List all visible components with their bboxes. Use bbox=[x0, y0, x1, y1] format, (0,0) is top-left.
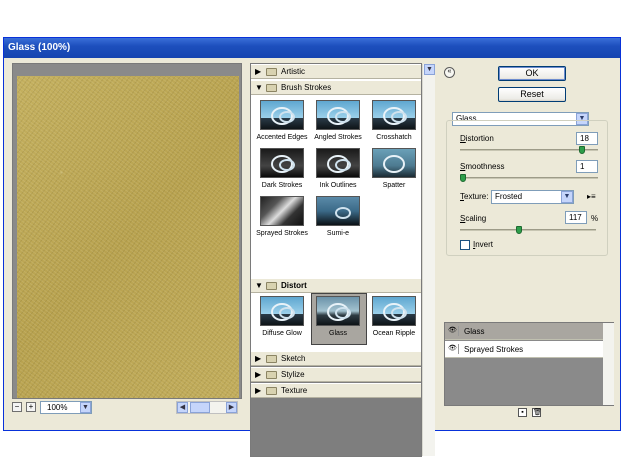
texture-select[interactable]: Frosted ▼ bbox=[491, 190, 574, 204]
folder-label: Texture bbox=[281, 386, 308, 395]
filter-label: Ocean Ripple bbox=[372, 330, 416, 337]
distortion-slider[interactable] bbox=[460, 149, 598, 151]
thumb-crosshatch[interactable] bbox=[372, 100, 416, 130]
zoom-level-value: 100% bbox=[47, 403, 68, 412]
thumb-diffuse-glow[interactable] bbox=[260, 296, 304, 326]
layer-row[interactable]: 👁 Glass bbox=[445, 323, 603, 340]
preview-panel bbox=[12, 63, 242, 399]
filter-label: Diffuse Glow bbox=[262, 330, 302, 337]
folder-icon bbox=[266, 371, 277, 379]
effect-layers-list: 👁 Glass 👁 Sprayed Strokes bbox=[444, 322, 614, 406]
folder-distort[interactable]: ▼ Distort bbox=[251, 278, 421, 293]
distortion-input[interactable]: 18 bbox=[576, 132, 598, 145]
expand-triangle-icon[interactable]: ▶ bbox=[255, 67, 261, 76]
gallery-vscrollbar[interactable]: ▲ ▼ bbox=[422, 64, 435, 456]
expand-triangle-icon[interactable]: ▶ bbox=[255, 370, 261, 379]
folder-icon bbox=[266, 387, 277, 395]
scroll-right-icon[interactable]: ▶ bbox=[226, 402, 237, 413]
texture-menu-icon[interactable]: ▸≡ bbox=[587, 192, 596, 201]
zoom-out-button[interactable]: − bbox=[12, 402, 22, 412]
folder-label: Stylize bbox=[281, 370, 305, 379]
preview-hscrollbar[interactable]: ◀ ▶ bbox=[176, 401, 238, 414]
new-effect-layer-icon[interactable]: ▪ bbox=[518, 408, 527, 417]
window-title: Glass (100%) bbox=[4, 38, 620, 58]
zoom-in-button[interactable]: + bbox=[26, 402, 36, 412]
scroll-thumb[interactable] bbox=[190, 402, 210, 413]
scaling-label: Scaling bbox=[460, 214, 487, 223]
folder-icon bbox=[266, 355, 277, 363]
filter-gallery: ▶ Artistic ▼ Brush Strokes Accented Edge… bbox=[250, 63, 422, 457]
filter-label: Accented Edges bbox=[256, 134, 308, 141]
smoothness-slider[interactable] bbox=[460, 177, 598, 179]
ok-button[interactable]: OK bbox=[498, 66, 566, 81]
scroll-down-icon[interactable]: ▼ bbox=[424, 64, 435, 75]
folder-icon bbox=[266, 84, 277, 92]
smoothness-slider-thumb[interactable] bbox=[460, 174, 466, 182]
expand-triangle-icon[interactable]: ▶ bbox=[255, 386, 261, 395]
preview-controls: − + 100% ▼ ◀ ▶ bbox=[8, 401, 238, 414]
scroll-left-icon[interactable]: ◀ bbox=[177, 402, 188, 413]
folder-artistic[interactable]: ▶ Artistic bbox=[251, 64, 421, 79]
eye-icon[interactable]: 👁 bbox=[447, 344, 459, 354]
smoothness-label: Smoothness bbox=[460, 162, 505, 171]
folder-icon bbox=[266, 68, 277, 76]
eye-icon[interactable]: 👁 bbox=[447, 326, 459, 336]
folder-sketch[interactable]: ▶ Sketch bbox=[251, 351, 421, 366]
layers-vscrollbar[interactable] bbox=[603, 323, 614, 405]
reset-button[interactable]: Reset bbox=[498, 87, 566, 102]
thumb-ink-outlines[interactable] bbox=[316, 148, 360, 178]
filter-label: Crosshatch bbox=[376, 134, 412, 141]
collapse-triangle-icon[interactable]: ▼ bbox=[255, 83, 263, 92]
scaling-slider[interactable] bbox=[460, 229, 596, 231]
filter-gallery-window: Glass (100%) − + 100% ▼ ◀ ▶ ▶ Artistic ▼ bbox=[3, 37, 621, 457]
expand-triangle-icon[interactable]: ▶ bbox=[255, 354, 261, 363]
chevron-down-icon[interactable]: ▼ bbox=[80, 402, 91, 413]
layer-name: Sprayed Strokes bbox=[464, 345, 524, 354]
distortion-label: Distortion bbox=[460, 134, 494, 143]
thumb-sumi-e[interactable] bbox=[316, 196, 360, 226]
scaling-unit: % bbox=[591, 214, 599, 223]
collapse-gallery-icon[interactable]: « bbox=[444, 67, 455, 78]
thumb-spatter[interactable] bbox=[372, 148, 416, 178]
folder-texture[interactable]: ▶ Texture bbox=[251, 383, 421, 398]
gallery-list: ▶ Artistic ▼ Brush Strokes Accented Edge… bbox=[251, 64, 421, 351]
folder-icon bbox=[266, 282, 277, 290]
folder-label: Distort bbox=[281, 281, 307, 290]
distortion-slider-thumb[interactable] bbox=[578, 146, 585, 154]
folder-stylize[interactable]: ▶ Stylize bbox=[251, 367, 421, 382]
thumb-angled-strokes[interactable] bbox=[316, 100, 360, 130]
texture-label: Texture: bbox=[460, 192, 489, 201]
thumb-dark-strokes[interactable] bbox=[260, 148, 304, 178]
invert-checkbox[interactable] bbox=[460, 240, 470, 250]
layer-name: Glass bbox=[464, 327, 485, 336]
filter-label: Spatter bbox=[382, 182, 406, 189]
smoothness-input[interactable]: 1 bbox=[576, 160, 598, 173]
folder-label: Brush Strokes bbox=[281, 83, 332, 92]
texture-select-value: Frosted bbox=[495, 192, 523, 201]
collapse-triangle-icon[interactable]: ▼ bbox=[255, 281, 263, 290]
filter-label: Glass bbox=[329, 330, 347, 337]
folder-label: Sketch bbox=[281, 354, 306, 363]
thumb-glass[interactable] bbox=[316, 296, 360, 326]
preview-image[interactable] bbox=[17, 76, 239, 398]
folder-label: Artistic bbox=[281, 67, 305, 76]
scaling-input[interactable]: 117 bbox=[565, 211, 587, 224]
delete-effect-layer-icon[interactable]: 🗑 bbox=[532, 408, 542, 417]
filter-label: Angled Strokes bbox=[314, 134, 362, 141]
layer-row[interactable]: 👁 Sprayed Strokes bbox=[445, 341, 603, 358]
thumb-sprayed-strokes[interactable] bbox=[260, 196, 304, 226]
filter-label: Sprayed Strokes bbox=[256, 230, 308, 237]
thumb-ocean-ripple[interactable] bbox=[372, 296, 416, 326]
filter-label: Ink Outlines bbox=[319, 182, 357, 189]
filter-label: Sumi-e bbox=[326, 230, 350, 237]
folder-brush-strokes[interactable]: ▼ Brush Strokes bbox=[251, 80, 421, 95]
thumb-accented-edges[interactable] bbox=[260, 100, 304, 130]
chevron-down-icon[interactable]: ▼ bbox=[561, 191, 573, 203]
invert-label: Invert bbox=[473, 240, 494, 249]
scaling-slider-thumb[interactable] bbox=[515, 226, 522, 234]
filter-label: Dark Strokes bbox=[261, 182, 303, 189]
